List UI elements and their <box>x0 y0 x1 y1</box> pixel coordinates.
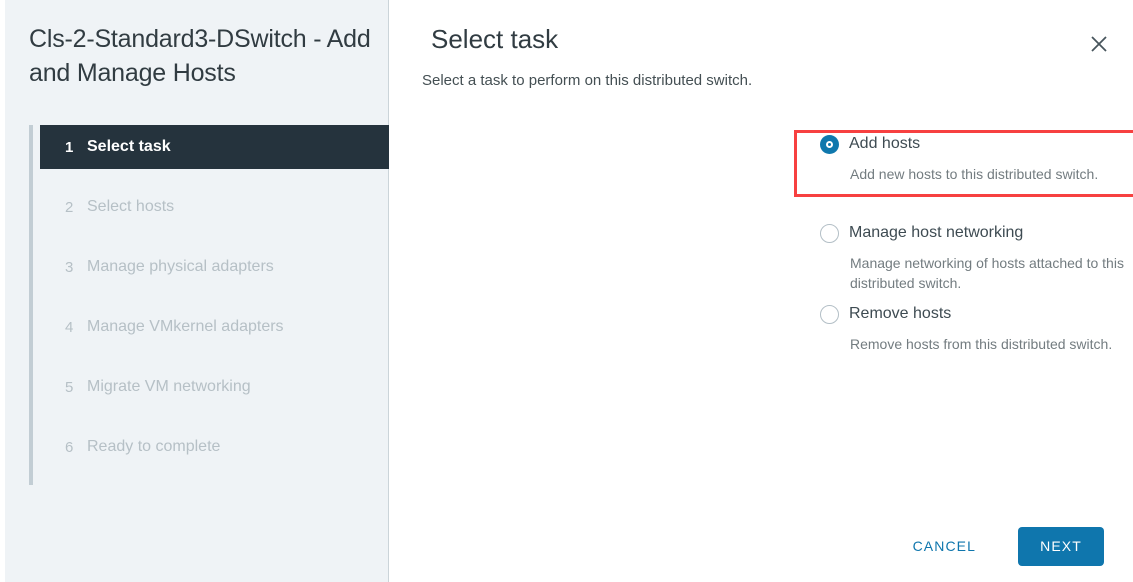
step-label: Manage physical adapters <box>87 258 274 275</box>
step-label: Ready to complete <box>87 438 221 455</box>
step-spacer <box>29 349 389 365</box>
step-label: Select task <box>87 138 171 155</box>
step-number: 4 <box>65 318 74 336</box>
cancel-button[interactable]: CANCEL <box>899 528 990 564</box>
option-remove-hosts[interactable]: Remove hosts Remove hosts from this dist… <box>389 300 1133 354</box>
option-label: Remove hosts <box>849 305 952 322</box>
option-manage-host-networking[interactable]: Manage host networking Manage networking… <box>389 219 1133 293</box>
page-subtitle: Select a task to perform on this distrib… <box>422 72 753 89</box>
option-label: Manage host networking <box>849 224 1024 241</box>
step-number: 5 <box>65 378 74 396</box>
option-description: Manage networking of hosts attached to t… <box>850 255 1124 291</box>
step-number: 2 <box>65 198 74 216</box>
wizard-main-panel: Select task Select a task to perform on … <box>389 0 1133 582</box>
sidebar-step-ready-to-complete[interactable]: 6 Ready to complete <box>40 425 389 469</box>
option-label: Add hosts <box>849 135 921 152</box>
step-spacer <box>29 169 389 185</box>
wizard-title: Cls-2-Standard3-DSwitch - Add and Manage… <box>29 25 371 87</box>
step-label: Manage VMkernel adapters <box>87 318 284 335</box>
steps-list: 1 Select task 2 Select hosts 3 Manage ph… <box>29 125 389 469</box>
step-spacer <box>29 409 389 425</box>
step-number: 6 <box>65 438 74 456</box>
sidebar-step-migrate-vm-networking[interactable]: 5 Migrate VM networking <box>40 365 389 409</box>
sidebar-step-select-task[interactable]: 1 Select task <box>40 125 389 169</box>
step-number: 3 <box>65 258 74 276</box>
wizard-footer: CANCEL NEXT <box>389 510 1133 582</box>
add-and-manage-hosts-wizard: Cls-2-Standard3-DSwitch - Add and Manage… <box>0 0 1133 582</box>
next-button[interactable]: NEXT <box>1018 526 1104 566</box>
option-description: Add new hosts to this distributed switch… <box>850 166 1099 182</box>
radio-remove-hosts[interactable] <box>820 304 839 324</box>
page-title: Select task <box>431 24 559 54</box>
wizard-sidebar: Cls-2-Standard3-DSwitch - Add and Manage… <box>0 0 389 582</box>
step-number: 1 <box>65 138 74 156</box>
option-description: Remove hosts from this distributed switc… <box>850 336 1113 352</box>
radio-manage-host-networking[interactable] <box>820 223 839 243</box>
option-add-hosts[interactable]: Add hosts Add new hosts to this distribu… <box>389 130 1133 184</box>
close-icon <box>1090 35 1108 53</box>
step-label: Migrate VM networking <box>87 378 251 395</box>
close-button[interactable] <box>1082 27 1116 61</box>
radio-add-hosts[interactable] <box>820 134 839 154</box>
sidebar-step-select-hosts[interactable]: 2 Select hosts <box>40 185 389 229</box>
step-spacer <box>29 289 389 305</box>
sidebar-step-manage-physical-adapters[interactable]: 3 Manage physical adapters <box>40 245 389 289</box>
step-spacer <box>29 229 389 245</box>
wizard-steps: 1 Select task 2 Select hosts 3 Manage ph… <box>29 125 389 485</box>
step-label: Select hosts <box>87 198 175 215</box>
sidebar-left-edge <box>0 0 5 582</box>
sidebar-step-manage-vmkernel-adapters[interactable]: 4 Manage VMkernel adapters <box>40 305 389 349</box>
